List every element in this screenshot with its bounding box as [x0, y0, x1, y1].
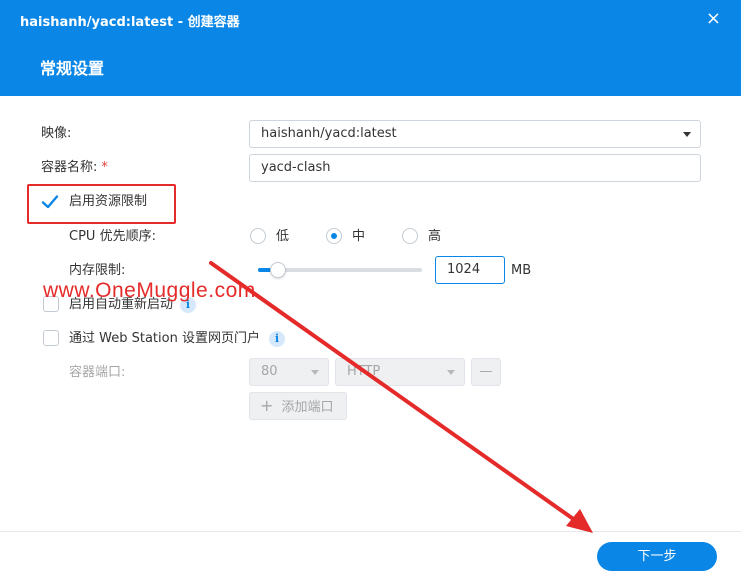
annotation-arrow-icon	[209, 261, 593, 533]
